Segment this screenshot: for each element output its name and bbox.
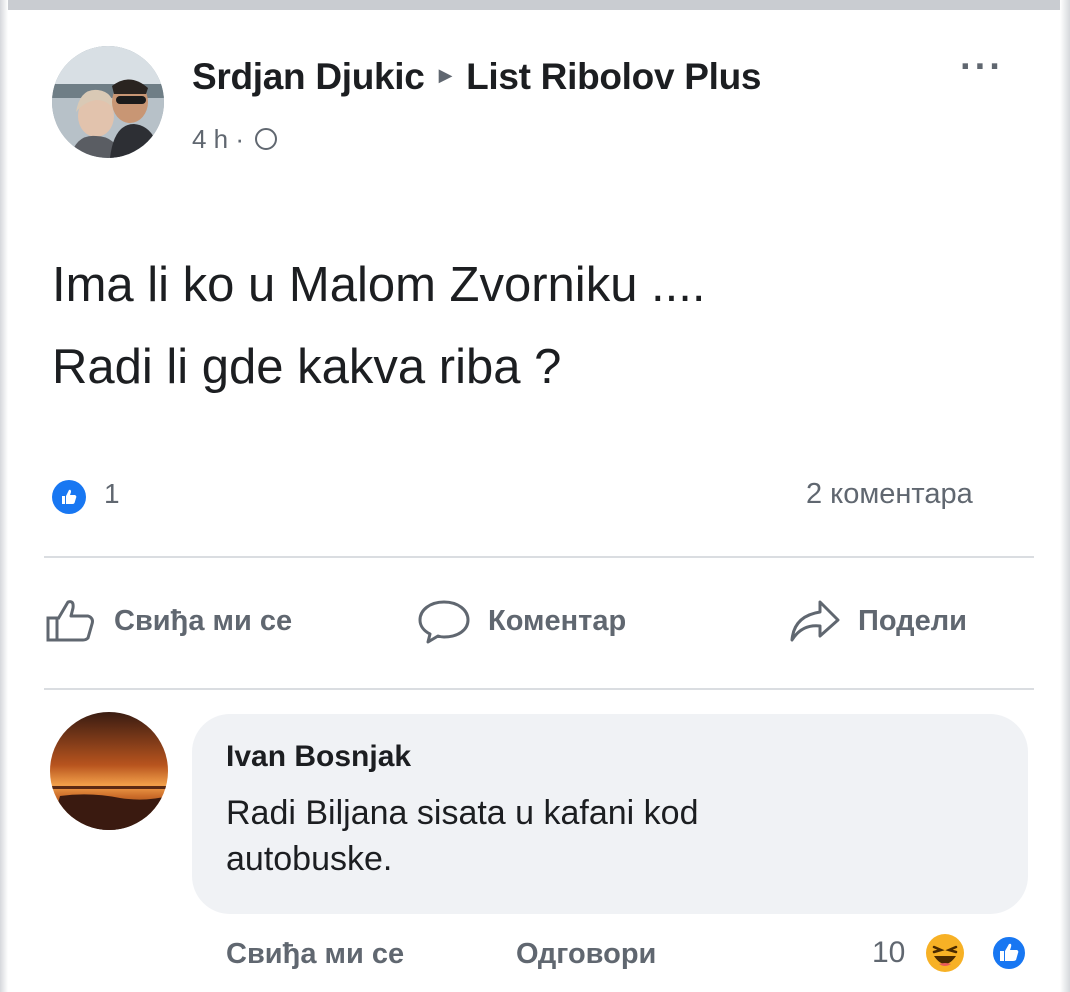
- commenter-avatar[interactable]: [50, 712, 168, 830]
- post-text-line: Radi li gde kakva riba ?: [52, 340, 562, 394]
- post-time[interactable]: 4 h ·: [192, 124, 244, 154]
- haha-face: [932, 945, 958, 966]
- post-body: Ima li ko u Malom Zvorniku .... Radi li …: [52, 244, 992, 408]
- thumbs-up-glyph: [1000, 943, 1019, 961]
- comment-body: Radi Biljana sisata u kafani kod autobus…: [226, 790, 986, 882]
- comment-text-line: autobuske.: [226, 840, 393, 878]
- comment-reaction-count[interactable]: 10: [872, 936, 905, 970]
- laughing-face-icon: [926, 934, 964, 972]
- more-options-button[interactable]: ···: [960, 48, 1004, 86]
- like-reaction-icon[interactable]: [52, 480, 86, 514]
- share-arrow-icon: [790, 600, 840, 642]
- group-name[interactable]: List Ribolov Plus: [466, 56, 761, 97]
- like-button-label: Свиђа ми се: [114, 604, 293, 637]
- comment-text-line: Radi Biljana sisata u kafani kod: [226, 794, 699, 832]
- post-text-line: Ima li ko u Malom Zvorniku ....: [52, 258, 706, 312]
- comment-button-label: Коментар: [488, 604, 627, 637]
- share-button[interactable]: Подели: [786, 596, 967, 646]
- post-meta: 4 h ·: [192, 124, 278, 155]
- thumbs-up-icon: [62, 489, 77, 504]
- sunset-photo: [50, 712, 168, 830]
- divider: [44, 688, 1034, 690]
- speech-bubble-icon: [418, 600, 470, 644]
- thumbs-up-outline-icon: [46, 600, 94, 642]
- avatar-photo: [52, 46, 164, 158]
- triangle-right-icon: ▶: [438, 64, 453, 85]
- share-button-label: Подели: [858, 604, 967, 637]
- left-edge: [0, 0, 8, 992]
- like-button[interactable]: Свиђа ми се: [44, 596, 292, 646]
- comment-author[interactable]: Ivan Bosnjak: [226, 740, 411, 774]
- screenshot-frame: Srdjan Djukic ▶ List Ribolov Plus ··· 4 h …: [0, 0, 1070, 992]
- top-border: [0, 0, 1070, 10]
- divider: [44, 556, 1034, 558]
- comment-count-link[interactable]: 2 коментара: [806, 478, 973, 511]
- post-author-line: Srdjan Djukic ▶ List Ribolov Plus: [192, 56, 761, 98]
- right-edge: [1060, 0, 1070, 992]
- author-avatar[interactable]: [52, 46, 164, 158]
- author-name[interactable]: Srdjan Djukic: [192, 56, 425, 97]
- thumbs-up-icon: [990, 934, 1028, 972]
- comment-reply-button[interactable]: Одговори: [516, 938, 656, 971]
- comment-like-button[interactable]: Свиђа ми се: [226, 938, 404, 971]
- comment-button[interactable]: Коментар: [416, 596, 626, 646]
- globe-icon: [255, 128, 278, 151]
- reaction-count[interactable]: 1: [104, 478, 120, 510]
